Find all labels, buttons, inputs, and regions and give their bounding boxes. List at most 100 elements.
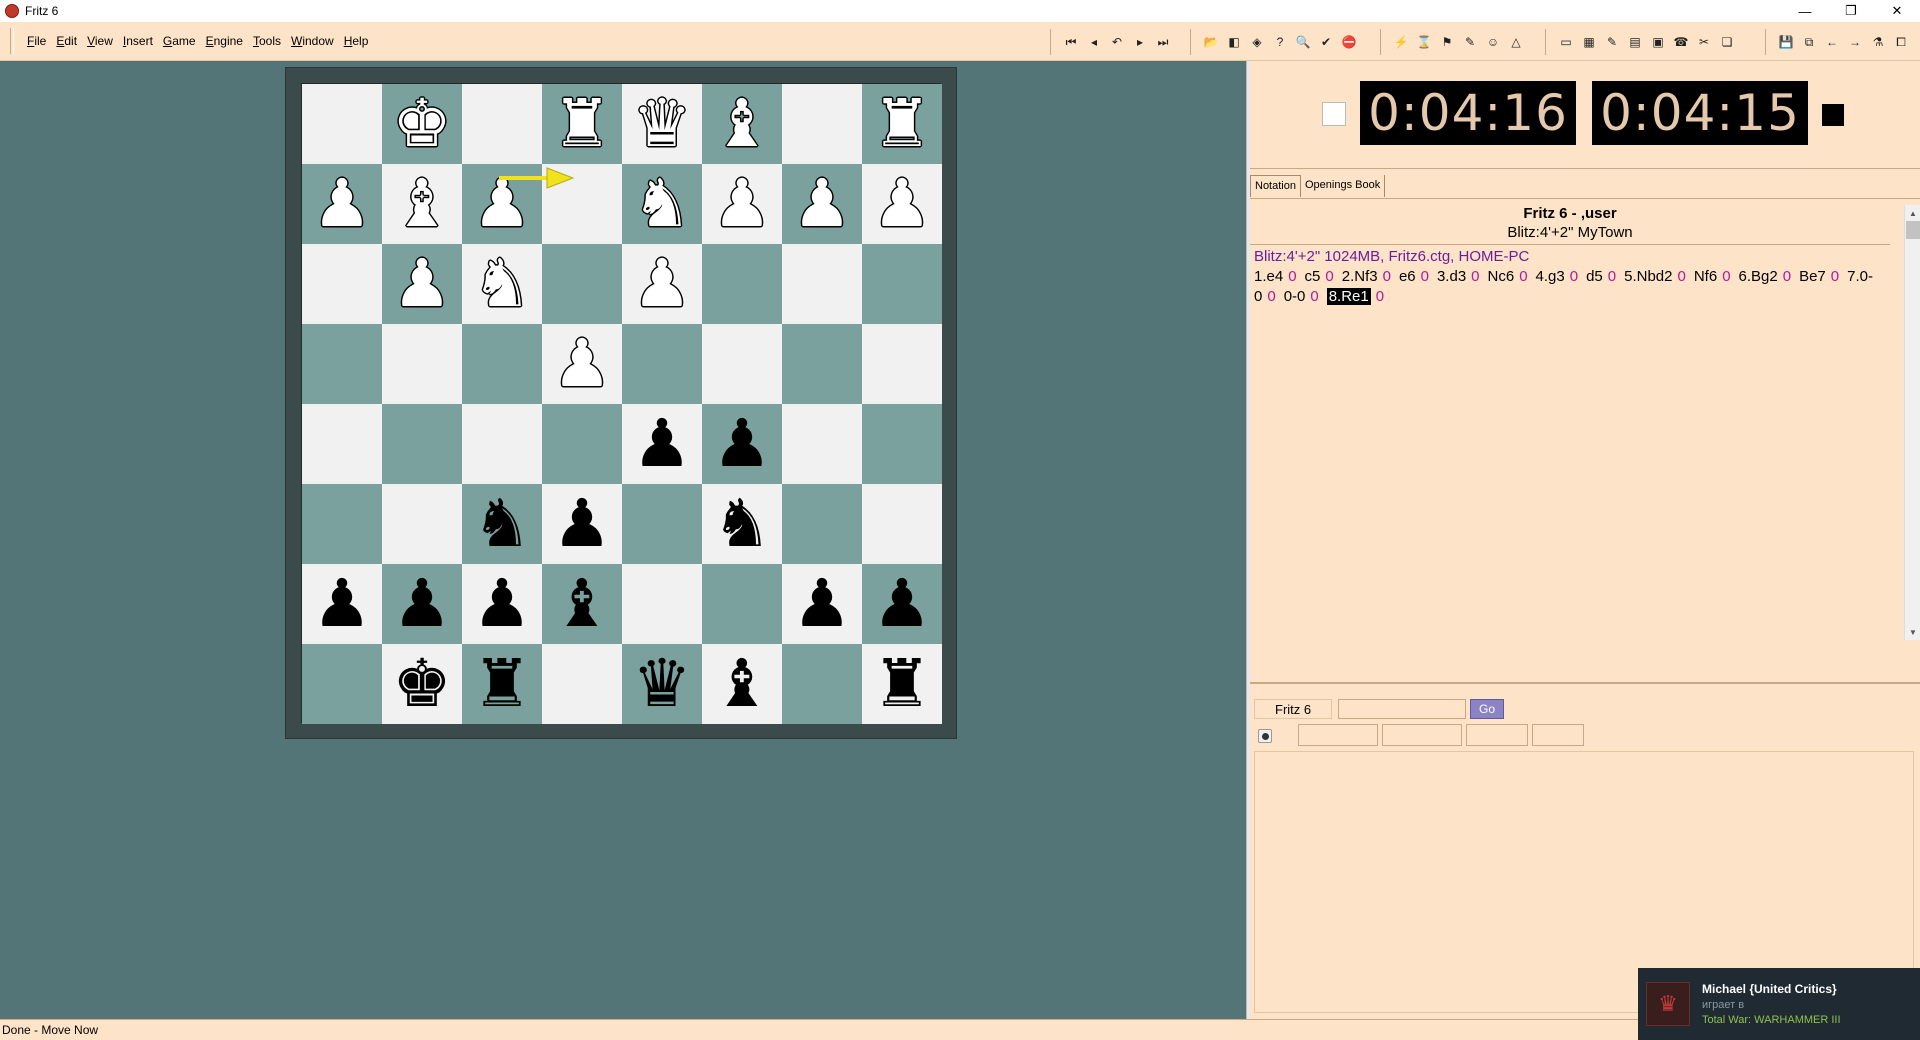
back-icon[interactable]: ← (1822, 32, 1842, 52)
view-3-icon[interactable]: ✎ (1602, 32, 1622, 52)
open-game-icon[interactable]: 📂 (1201, 32, 1221, 52)
white-king-icon[interactable]: ♚ (392, 91, 451, 157)
stop-icon[interactable]: ⛔ (1339, 32, 1359, 52)
tools-icon[interactable]: ⚗ (1868, 32, 1888, 52)
board-square[interactable]: ♞ (462, 484, 542, 564)
white-pawn-icon[interactable]: ♟ (392, 251, 451, 317)
board-square[interactable]: ♟ (862, 564, 942, 644)
next-move-icon[interactable]: ▸ (1130, 32, 1150, 52)
view-1-icon[interactable]: ▭ (1556, 32, 1576, 52)
board-square[interactable] (302, 244, 382, 324)
view-7-icon[interactable]: ✂ (1694, 32, 1714, 52)
black-rook-icon[interactable]: ♜ (472, 651, 531, 717)
board-square[interactable] (862, 404, 942, 484)
restore-button[interactable]: ❐ (1828, 0, 1874, 22)
black-bishop-icon[interactable]: ♝ (552, 571, 611, 637)
annotate-icon[interactable]: ✎ (1460, 32, 1480, 52)
board-square[interactable]: ♚ (382, 644, 462, 724)
move[interactable]: Nf6 (1694, 268, 1717, 285)
board-square[interactable]: ♛ (622, 84, 702, 164)
flip-board-icon[interactable]: ◧ (1224, 32, 1244, 52)
copy-icon[interactable]: ⧉ (1799, 32, 1819, 52)
black-queen-icon[interactable]: ♛ (632, 651, 691, 717)
board-square[interactable]: ♞ (462, 244, 542, 324)
white-pawn-icon[interactable]: ♟ (472, 171, 531, 237)
board-square[interactable] (462, 84, 542, 164)
board-square[interactable] (542, 244, 622, 324)
board-square[interactable] (862, 244, 942, 324)
board-square[interactable]: ♝ (542, 564, 622, 644)
tab-openings-book[interactable]: Openings Book (1301, 175, 1386, 197)
menu-file[interactable]: File (22, 34, 51, 48)
board-square[interactable] (702, 324, 782, 404)
board-square[interactable] (302, 324, 382, 404)
board-square[interactable] (302, 404, 382, 484)
board-square[interactable]: ♟ (782, 164, 862, 244)
board-square[interactable] (382, 404, 462, 484)
tab-notation[interactable]: Notation (1250, 175, 1301, 197)
black-pawn-icon[interactable]: ♟ (392, 571, 451, 637)
scroll-up-icon[interactable]: ▲ (1905, 205, 1920, 221)
menu-engine[interactable]: Engine (201, 34, 248, 48)
black-pawn-icon[interactable]: ♟ (472, 571, 531, 637)
board-square[interactable] (622, 324, 702, 404)
save-icon[interactable]: 💾 (1776, 32, 1796, 52)
white-bishop-icon[interactable]: ♝ (392, 171, 451, 237)
board-square[interactable]: ♞ (702, 484, 782, 564)
board-square[interactable]: ♝ (702, 84, 782, 164)
white-pawn-icon[interactable]: ♟ (632, 251, 691, 317)
white-rook-icon[interactable]: ♜ (872, 91, 931, 157)
view-2-icon[interactable]: ▦ (1579, 32, 1599, 52)
board-square[interactable]: ♚ (382, 84, 462, 164)
board-square[interactable] (542, 644, 622, 724)
hint-icon[interactable]: ? (1270, 32, 1290, 52)
move[interactable]: e6 (1399, 268, 1416, 285)
menu-window[interactable]: Window (286, 34, 339, 48)
move[interactable]: 5.Nbd2 (1624, 268, 1672, 285)
board-square[interactable]: ♟ (302, 164, 382, 244)
scroll-down-icon[interactable]: ▼ (1905, 624, 1920, 640)
menu-insert[interactable]: Insert (118, 34, 158, 48)
board-square[interactable]: ♟ (622, 244, 702, 324)
white-queen-icon[interactable]: ♛ (632, 91, 691, 157)
analysis-icon[interactable]: ◈ (1247, 32, 1267, 52)
board-square[interactable]: ♟ (782, 564, 862, 644)
board-square[interactable]: ♟ (382, 564, 462, 644)
board-square[interactable]: ♟ (862, 164, 942, 244)
board-square[interactable] (782, 324, 862, 404)
black-pawn-icon[interactable]: ♟ (552, 491, 611, 557)
board-square[interactable]: ♟ (302, 564, 382, 644)
board-square[interactable]: ♜ (462, 644, 542, 724)
menu-game[interactable]: Game (158, 34, 201, 48)
board-square[interactable]: ♛ (622, 644, 702, 724)
move[interactable]: 2.Nf3 (1342, 268, 1378, 285)
move[interactable]: 3.d3 (1437, 268, 1466, 285)
accept-icon[interactable]: ✔ (1316, 32, 1336, 52)
board-square[interactable] (782, 484, 862, 564)
board-square[interactable] (862, 324, 942, 404)
smiley-icon[interactable]: ☺ (1483, 32, 1503, 52)
board-square[interactable]: ♜ (862, 84, 942, 164)
white-bishop-icon[interactable]: ♝ (712, 91, 771, 157)
engine-toggle-icon[interactable] (1258, 729, 1272, 743)
menu-help[interactable]: Help (339, 34, 374, 48)
board-square[interactable]: ♟ (542, 484, 622, 564)
chess-board[interactable]: ♚ ♜ ♛ ♝ ♜ ♟ ♝ ♟ ♞ ♟ ♟ ♟ ♟ ♞ ♟ ♟ ♟ ♟ ♞ ♟ ♞ ♟ ♟ ♟ ♝ ♟ ♟ ♚ ♜ ♛ ♝ ♜ (301, 83, 942, 724)
forward-icon[interactable]: → (1845, 32, 1865, 52)
board-square[interactable]: ♞ (622, 164, 702, 244)
white-pawn-icon[interactable]: ♟ (712, 171, 771, 237)
move[interactable]: d5 (1586, 268, 1603, 285)
white-knight-icon[interactable]: ♞ (632, 171, 691, 237)
move[interactable]: c5 (1305, 268, 1321, 285)
view-4-icon[interactable]: ▤ (1625, 32, 1645, 52)
white-pawn-icon[interactable]: ♟ (312, 171, 371, 237)
flag-icon[interactable]: ⚑ (1437, 32, 1457, 52)
move[interactable]: 1.e4 (1254, 268, 1283, 285)
board-square[interactable]: ♟ (702, 404, 782, 484)
menu-edit[interactable]: Edit (51, 34, 82, 48)
board-square[interactable]: ♜ (542, 84, 622, 164)
black-pawn-icon[interactable]: ♟ (712, 411, 771, 477)
board-square[interactable]: ♝ (382, 164, 462, 244)
black-pawn-icon[interactable]: ♟ (632, 411, 691, 477)
move[interactable]: Nc6 (1488, 268, 1515, 285)
